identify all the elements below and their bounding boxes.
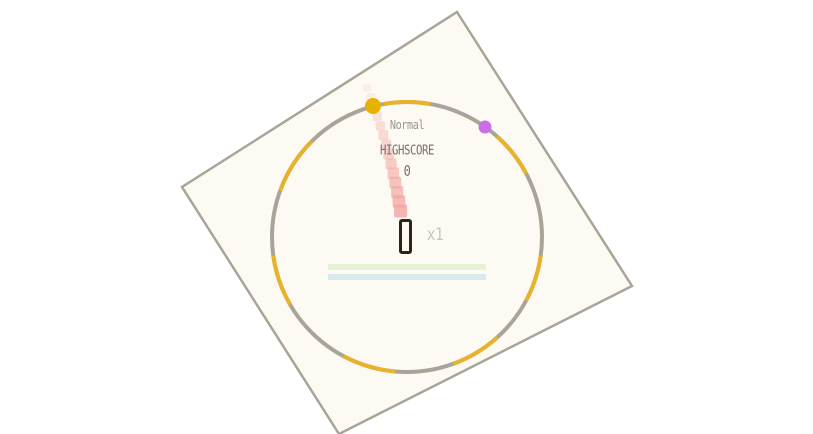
meter-bar-green xyxy=(328,264,486,270)
game-canvas[interactable] xyxy=(0,0,813,434)
meter-bar-blue xyxy=(328,274,486,280)
ring-segment xyxy=(383,100,431,107)
score-counter xyxy=(399,219,412,254)
multiplier-label: x1 xyxy=(426,225,444,245)
trail-particle xyxy=(375,121,386,131)
game-mode-label: Normal xyxy=(389,118,425,132)
highscore-label: HIGHSCORE xyxy=(379,143,435,159)
target-dot-icon xyxy=(478,120,492,134)
trail-particle xyxy=(394,204,408,218)
trail-particle xyxy=(378,130,389,141)
player-dot-icon[interactable] xyxy=(365,98,381,114)
game-screen[interactable]: Normal HIGHSCORE 0 x1 xyxy=(0,0,813,434)
trail-particle xyxy=(363,84,371,92)
highscore-value: 0 xyxy=(403,162,411,180)
